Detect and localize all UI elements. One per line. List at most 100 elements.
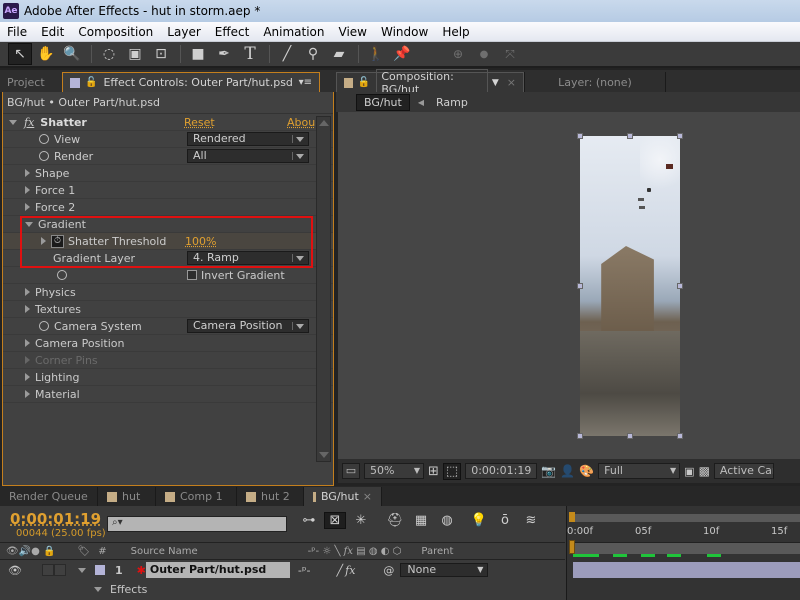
local-axis-icon[interactable]: ⊕ [446,43,470,65]
checkerboard-icon[interactable]: ▩ [699,464,710,478]
rotation-tool-icon[interactable]: ◌ [97,43,121,65]
group-force-1[interactable]: Force 1 [3,182,333,199]
stopwatch-icon[interactable] [39,151,49,161]
layer-expand-triangle-icon[interactable] [77,567,86,573]
layer-label-color[interactable] [94,565,105,575]
tab-layer[interactable]: Layer: (none) [524,72,666,92]
layer-row[interactable]: 👁 1 ✱ Outer Part/hut.psd -ᵖ- ╱ fx @ None… [0,561,565,579]
pan-behind-tool-icon[interactable]: ⊡ [149,43,173,65]
layer-name[interactable]: Outer Part/hut.psd [145,562,290,578]
lock-icon[interactable]: 🔓 [358,77,370,88]
pick-whip-icon[interactable]: @ [383,564,394,577]
brainstorm-icon[interactable]: 💡 [468,513,490,528]
group-shape[interactable]: Shape [3,165,333,182]
graph-editor-icon[interactable]: ≋ [520,513,542,528]
always-preview-icon[interactable]: ▭ [342,463,360,479]
region-of-interest-icon[interactable]: ⊞ [428,464,439,479]
expand-triangle-icon[interactable] [41,237,46,245]
group-material[interactable]: Material [3,386,333,403]
menu-animation[interactable]: Animation [256,25,331,39]
panel-menu-icon[interactable]: ▾≡ [299,77,312,88]
about-link[interactable]: Abou [287,116,315,129]
transform-handle[interactable] [577,133,583,139]
type-tool-icon[interactable]: T [238,43,262,65]
collapse-triangle-icon[interactable] [9,119,17,125]
group-force-2[interactable]: Force 2 [3,199,333,216]
effects-subgroup[interactable]: Effects [0,580,565,598]
crumb-ramp[interactable]: Ramp [436,96,468,109]
visibility-eye-icon[interactable]: 👁 [8,564,22,577]
camera-tool-icon[interactable]: ▣ [123,43,147,65]
group-lighting[interactable]: Lighting [3,369,333,386]
effect-header-shatter[interactable]: fx Shatter Reset Abou [3,114,333,131]
hand-tool-icon[interactable]: ✋ [34,43,58,65]
auto-keyframe-icon[interactable]: ō [494,513,516,528]
current-time[interactable]: 0:00:01:19 00044 (25.00 fps) [10,510,106,539]
scroll-down-arrow-icon[interactable] [319,452,329,458]
tab-hut-2[interactable]: hut 2 [237,487,304,506]
expand-triangle-icon[interactable] [25,169,30,177]
tab-render-queue[interactable]: Render Queue [0,487,98,506]
tab-comp-1[interactable]: Comp 1 [156,487,237,506]
layer-search-input[interactable]: ⌕▾ [107,516,287,532]
tab-composition[interactable]: 🔓 Composition: BG/hut ▼ × [336,68,524,97]
view-dropdown[interactable]: Rendered [187,132,309,146]
solo-toggle[interactable] [41,564,54,576]
menu-window[interactable]: Window [374,25,435,39]
menu-file[interactable]: File [0,25,34,39]
tab-effect-controls[interactable]: 🔓 Effect Controls: Outer Part/hut.psd ▾≡ [62,72,320,92]
stopwatch-icon[interactable] [39,321,49,331]
menu-composition[interactable]: Composition [71,25,160,39]
time-ruler-area[interactable]: 0:00f 05f 10f 15f [566,506,800,600]
invert-gradient-checkbox[interactable] [187,270,197,280]
shy-switch-icon[interactable]: -ᵖ- [298,564,311,577]
transform-handle[interactable] [677,133,683,139]
close-tab-icon[interactable]: × [507,76,516,89]
reset-link[interactable]: Reset [184,116,215,129]
transform-handle[interactable] [577,283,583,289]
expand-triangle-icon[interactable] [25,305,30,313]
column-source-name[interactable]: Source Name [131,546,198,557]
tab-bg-hut[interactable]: BG/hut × [304,487,382,506]
roto-brush-tool-icon[interactable]: 🚶 [364,43,388,65]
selection-tool-icon[interactable]: ↖ [8,43,32,65]
brush-tool-icon[interactable]: ╱ [275,43,299,65]
menu-help[interactable]: Help [435,25,476,39]
transform-handle[interactable] [627,133,633,139]
transform-handle[interactable] [577,433,583,439]
expand-triangle-icon[interactable] [25,339,30,347]
expand-triangle-icon[interactable] [25,203,30,211]
clone-stamp-tool-icon[interactable]: ⚲ [301,43,325,65]
column-parent[interactable]: Parent [421,546,453,557]
timecode-display[interactable]: 0:00:01:19 [10,510,106,528]
shatter-threshold-value[interactable]: 100% [185,235,216,248]
group-textures[interactable]: Textures [3,301,333,318]
lock-toggle[interactable] [53,564,66,576]
rectangle-tool-icon[interactable]: ■ [186,43,210,65]
menu-view[interactable]: View [332,25,374,39]
expand-triangle-icon[interactable] [25,373,30,381]
group-gradient[interactable]: Gradient [3,216,333,233]
transform-handle[interactable] [677,283,683,289]
group-physics[interactable]: Physics [3,284,333,301]
quality-switch-icon[interactable]: ╱ [337,564,344,577]
stopwatch-icon[interactable] [57,270,67,280]
active-camera-dropdown[interactable]: Active Cam [713,463,774,479]
live-update-icon[interactable]: ⊠ [324,512,346,529]
menu-layer[interactable]: Layer [160,25,207,39]
current-time-display[interactable]: 0:00:01:19 [465,463,538,479]
fx-icon[interactable]: fx [24,116,34,129]
stopwatch-icon-active[interactable]: ⏱ [51,234,64,248]
render-dropdown[interactable]: All [187,149,309,163]
fast-previews-icon[interactable]: ▣ [684,465,694,478]
puppet-pin-tool-icon[interactable]: 📌 [390,43,414,65]
zoom-tool-icon[interactable]: 🔍 [60,43,84,65]
group-camera-position[interactable]: Camera Position [3,335,333,352]
stopwatch-icon[interactable] [39,134,49,144]
pen-tool-icon[interactable]: ✒ [212,43,236,65]
camera-system-dropdown[interactable]: Camera Position [187,319,309,333]
transform-handle[interactable] [677,433,683,439]
resolution-dropdown[interactable]: Full ▼ [598,463,681,479]
comp-image-hut-in-storm[interactable] [577,133,683,439]
eraser-tool-icon[interactable]: ▰ [327,43,351,65]
